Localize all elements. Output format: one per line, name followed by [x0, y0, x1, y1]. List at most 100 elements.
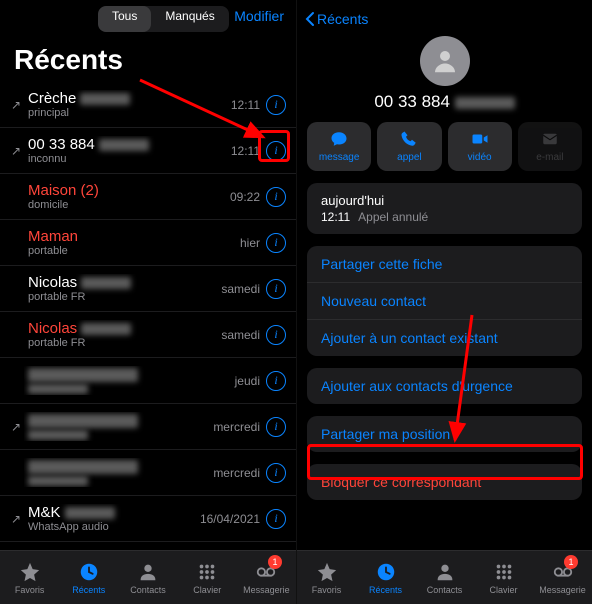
- call-name: M&K: [28, 504, 200, 521]
- call-sub: portable FR: [28, 291, 221, 303]
- tab-voicemail[interactable]: Messagerie 1: [533, 551, 592, 604]
- tab-recents[interactable]: Récents: [356, 551, 415, 604]
- outgoing-icon: ↗: [8, 512, 24, 526]
- call-row[interactable]: Maison (2)domicile09:22i: [0, 174, 296, 220]
- tab-favorites[interactable]: Favoris: [297, 551, 356, 604]
- segmented-control[interactable]: Tous Manqués: [98, 6, 229, 32]
- voicemail-badge: 1: [564, 555, 578, 569]
- call-time: mercredi: [213, 420, 260, 434]
- tab-recents[interactable]: Récents: [59, 551, 118, 604]
- call-row[interactable]: mercredii: [0, 450, 296, 496]
- action-row: message appel vidéo e-mail: [297, 122, 592, 171]
- tab-keypad[interactable]: Clavier: [474, 551, 533, 604]
- action-mail: e-mail: [518, 122, 582, 171]
- call-name: [28, 412, 213, 429]
- message-icon: [330, 130, 348, 148]
- call-sub: domicile: [28, 199, 230, 211]
- tab-keypad[interactable]: Clavier: [178, 551, 237, 604]
- action-message[interactable]: message: [307, 122, 371, 171]
- call-time: hier: [240, 236, 260, 250]
- info-button[interactable]: i: [266, 509, 286, 529]
- star-icon: [19, 561, 41, 583]
- info-button[interactable]: i: [266, 463, 286, 483]
- new-contact[interactable]: Nouveau contact: [307, 283, 582, 320]
- share-location[interactable]: Partager ma position: [307, 416, 582, 452]
- tab-contacts[interactable]: Contacts: [118, 551, 177, 604]
- block-caller[interactable]: Bloquer ce correspondant: [307, 464, 582, 500]
- clock-icon: [375, 561, 397, 583]
- info-button[interactable]: i: [266, 95, 286, 115]
- call-sub: portable: [28, 245, 240, 257]
- person-icon: [434, 561, 456, 583]
- info-button[interactable]: i: [266, 279, 286, 299]
- info-button[interactable]: i: [266, 325, 286, 345]
- recents-screen: Tous Manqués Modifier Récents ↗ Crèchepri…: [0, 0, 296, 604]
- call-sub: principal: [28, 107, 231, 119]
- back-button[interactable]: Récents: [305, 11, 368, 27]
- call-sub: WhatsApp audio: [28, 521, 200, 533]
- call-row[interactable]: ↗ mercredi i: [0, 404, 296, 450]
- tab-contacts[interactable]: Contacts: [415, 551, 474, 604]
- info-button[interactable]: i: [266, 233, 286, 253]
- location-card: Partager ma position: [307, 416, 582, 452]
- call-time: 12:11: [231, 98, 260, 112]
- call-sub: inconnu: [28, 153, 231, 165]
- action-call[interactable]: appel: [377, 122, 441, 171]
- page-title: Récents: [0, 34, 296, 82]
- info-button[interactable]: i: [266, 371, 286, 391]
- call-time: 12:11: [231, 144, 260, 158]
- history-entry: 12:11Appel annulé: [307, 208, 582, 234]
- call-sub: [28, 383, 235, 395]
- action-video[interactable]: vidéo: [448, 122, 512, 171]
- call-row[interactable]: ↗Crècheprincipal12:11i: [0, 82, 296, 128]
- tab-bar: Favoris Récents Contacts Clavier Message…: [0, 550, 296, 604]
- call-name: [28, 458, 213, 475]
- segment-all[interactable]: Tous: [98, 6, 151, 32]
- info-button[interactable]: i: [266, 417, 286, 437]
- call-row[interactable]: ↗00 33 884inconnu12:11i: [0, 128, 296, 174]
- call-name: Nicolas: [28, 320, 221, 337]
- info-button[interactable]: i: [266, 141, 286, 161]
- keypad-icon: [196, 561, 218, 583]
- edit-button[interactable]: Modifier: [234, 8, 284, 24]
- video-icon: [471, 130, 489, 148]
- block-card: Bloquer ce correspondant: [307, 464, 582, 500]
- outgoing-icon: ↗: [8, 420, 24, 434]
- call-time: 16/04/2021: [200, 512, 260, 526]
- add-to-existing[interactable]: Ajouter à un contact existant: [307, 320, 582, 356]
- call-row[interactable]: Mamanportablehieri: [0, 220, 296, 266]
- call-name: Maison (2): [28, 182, 230, 199]
- phone-icon: [400, 130, 418, 148]
- call-name: Crèche: [28, 90, 231, 107]
- call-sub: [28, 429, 213, 441]
- add-emergency[interactable]: Ajouter aux contacts d'urgence: [307, 368, 582, 404]
- history-day: aujourd'hui: [307, 183, 582, 208]
- tab-voicemail[interactable]: Messagerie 1: [237, 551, 296, 604]
- clock-icon: [78, 561, 100, 583]
- call-time: samedi: [221, 328, 260, 342]
- call-name: Nicolas: [28, 274, 221, 291]
- call-list: ↗Crècheprincipal12:11i↗00 33 884inconnu1…: [0, 82, 296, 542]
- share-contact[interactable]: Partager cette fiche: [307, 246, 582, 283]
- voicemail-badge: 1: [268, 555, 282, 569]
- call-row[interactable]: ↗ M&KWhatsApp audio16/04/2021 i: [0, 496, 296, 542]
- call-time: samedi: [221, 282, 260, 296]
- contact-actions-card: Partager cette fiche Nouveau contact Ajo…: [307, 246, 582, 356]
- person-icon: [137, 561, 159, 583]
- star-icon: [316, 561, 338, 583]
- avatar: [420, 36, 470, 86]
- keypad-icon: [493, 561, 515, 583]
- segment-missed[interactable]: Manqués: [151, 6, 228, 32]
- info-button[interactable]: i: [266, 187, 286, 207]
- call-row[interactable]: Nicolasportable FRsamedii: [0, 266, 296, 312]
- tab-favorites[interactable]: Favoris: [0, 551, 59, 604]
- contact-number: 00 33 884: [297, 92, 592, 112]
- call-row[interactable]: jeudii: [0, 358, 296, 404]
- tab-bar: Favoris Récents Contacts Clavier Message…: [297, 550, 592, 604]
- emergency-card: Ajouter aux contacts d'urgence: [307, 368, 582, 404]
- history-card: aujourd'hui 12:11Appel annulé: [307, 183, 582, 234]
- mail-icon: [541, 130, 559, 148]
- contact-detail-screen: Récents 00 33 884 message appel vidéo e-…: [296, 0, 592, 604]
- call-row[interactable]: Nicolasportable FRsamedii: [0, 312, 296, 358]
- chevron-left-icon: [305, 11, 315, 27]
